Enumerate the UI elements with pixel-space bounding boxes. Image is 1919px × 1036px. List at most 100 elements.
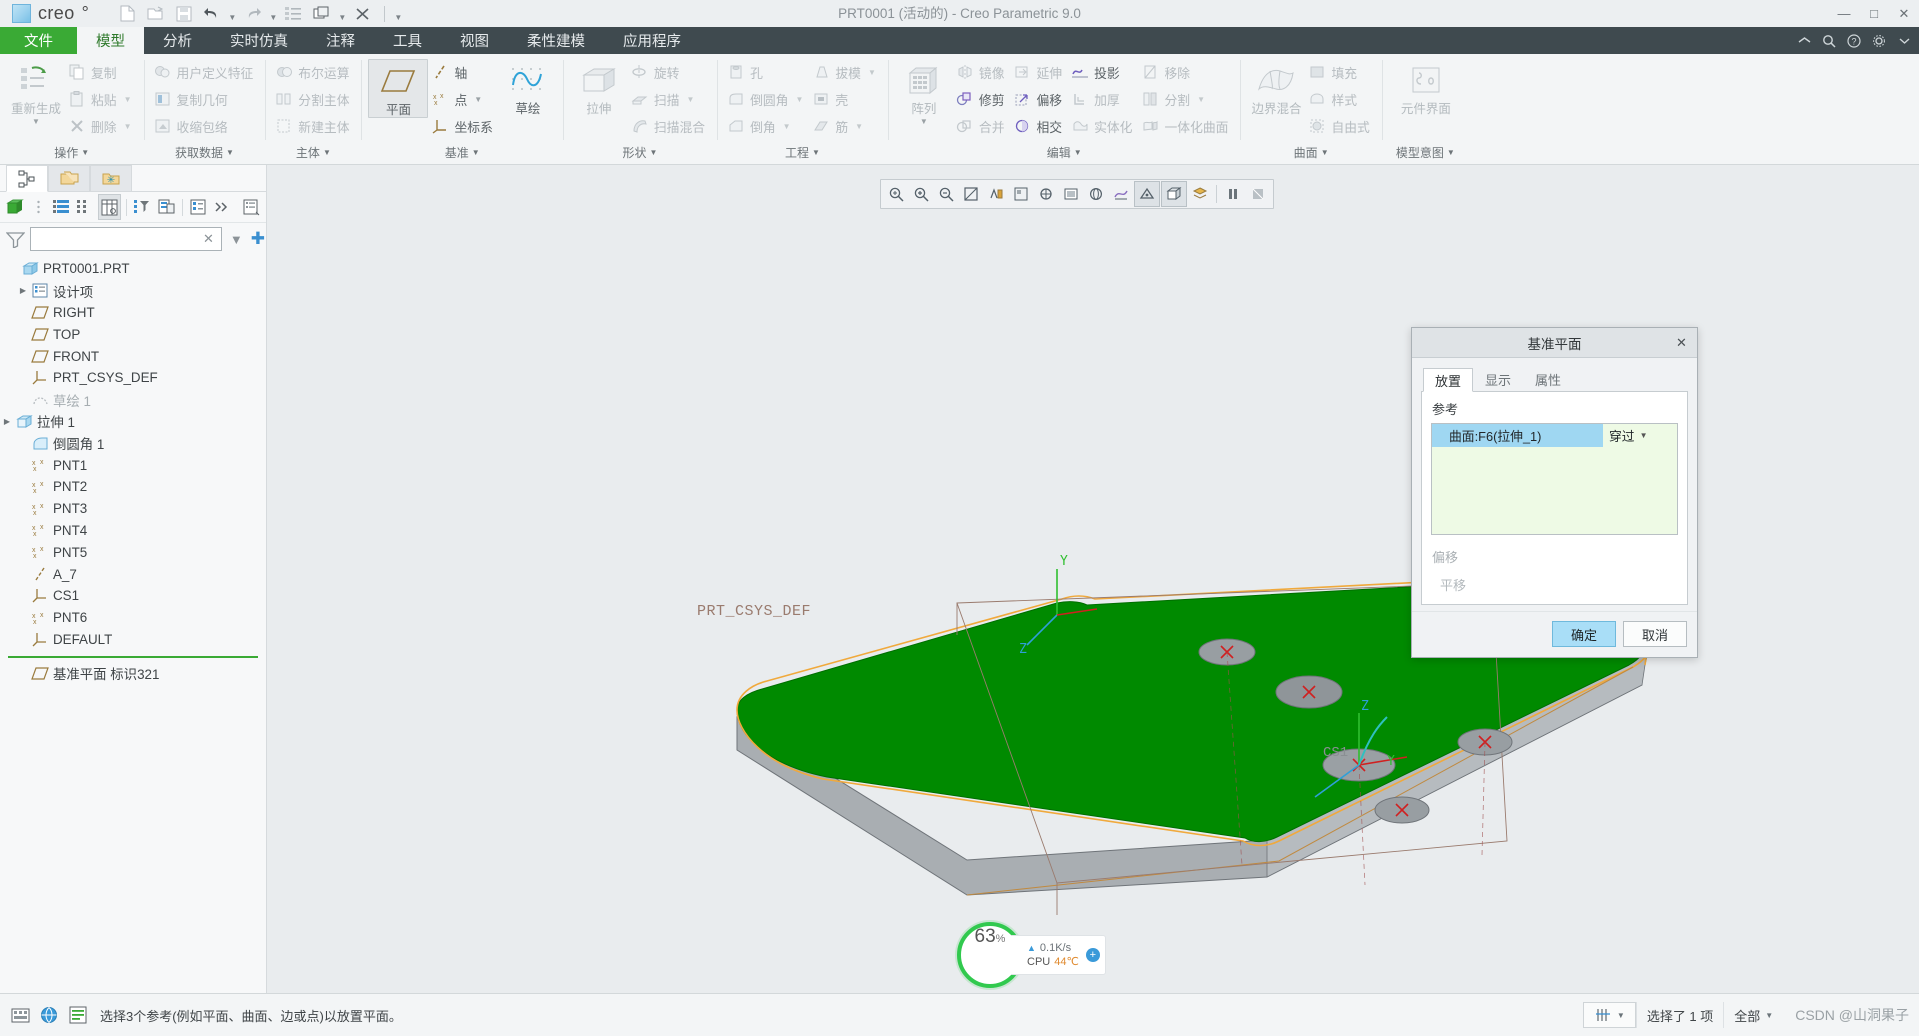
chevron-down-icon[interactable]: ▼: [1640, 431, 1648, 440]
group-caret[interactable]: ▼: [226, 142, 234, 164]
tab-properties[interactable]: 属性: [1523, 367, 1573, 391]
gear-icon[interactable]: [1868, 27, 1890, 54]
pattern-caret[interactable]: ▼: [920, 117, 928, 126]
maximize-button[interactable]: □: [1859, 0, 1889, 27]
tree-item-front[interactable]: FRONT: [0, 345, 266, 367]
group-caret[interactable]: ▼: [1074, 142, 1082, 164]
intersect-button[interactable]: 相交: [1010, 113, 1068, 139]
tree-item-pnt2[interactable]: xxx PNT2: [0, 476, 266, 498]
regenerate-big-button[interactable]: 重新生成 ▼: [7, 59, 65, 126]
thicken-button[interactable]: 加厚: [1068, 86, 1138, 112]
window-dropdown-caret[interactable]: ▼: [337, 0, 348, 27]
globe-icon[interactable]: [38, 1004, 60, 1026]
datum-point-caret[interactable]: ▼: [474, 95, 482, 104]
group-caret[interactable]: ▼: [1321, 142, 1329, 164]
group-caret[interactable]: ▼: [812, 142, 820, 164]
tab-live-simulation[interactable]: 实时仿真: [211, 27, 307, 54]
merge-button[interactable]: 合并: [953, 113, 1011, 139]
datum-csys-button[interactable]: 坐标系: [428, 113, 498, 139]
tree-columns-icon[interactable]: [74, 195, 95, 219]
shell-button[interactable]: 壳: [809, 86, 882, 112]
tree-layers-icon[interactable]: [155, 195, 176, 219]
reference-row[interactable]: 曲面:F6(拉伸_1) 穿过 ▼: [1432, 424, 1677, 447]
copy-button[interactable]: 复制: [65, 59, 138, 85]
regenerate-caret[interactable]: ▼: [32, 117, 40, 126]
search-icon[interactable]: [1818, 27, 1840, 54]
tree-drag-handle[interactable]: [27, 195, 48, 219]
boundary-blend-button[interactable]: 边界混合: [1247, 59, 1305, 116]
tab-placement[interactable]: 放置: [1423, 368, 1474, 392]
tab-tools[interactable]: 工具: [374, 27, 441, 54]
show-model-icon[interactable]: [4, 195, 25, 219]
round-caret[interactable]: ▼: [795, 95, 803, 104]
tree-item-pnt3[interactable]: xxx PNT3: [0, 498, 266, 520]
selection-filter-control[interactable]: ▼: [1582, 1002, 1636, 1028]
tree-arrow[interactable]: ▶: [0, 417, 14, 426]
tree-item-prt-csys-def[interactable]: PRT_CSYS_DEF: [0, 367, 266, 389]
open-file-icon[interactable]: [143, 3, 169, 25]
hole-button[interactable]: 孔: [724, 59, 809, 85]
help-icon[interactable]: ?: [1843, 27, 1865, 54]
datum-point-button[interactable]: xxx 点 ▼: [428, 86, 498, 112]
tree-item-default[interactable]: DEFAULT: [0, 629, 266, 651]
round-button[interactable]: 倒圆角 ▼: [724, 86, 809, 112]
clear-icon[interactable]: ✕: [200, 231, 217, 247]
style-button[interactable]: 样式: [1305, 86, 1375, 112]
group-label-body[interactable]: 主体 ▼: [265, 142, 361, 164]
add-icon[interactable]: ✚: [251, 229, 265, 249]
draft-caret[interactable]: ▼: [868, 68, 876, 77]
boolean-button[interactable]: 布尔运算: [272, 59, 355, 85]
draft-button[interactable]: 拔模 ▼: [809, 59, 882, 85]
group-label-editing[interactable]: 编辑 ▼: [888, 142, 1241, 164]
tab-applications[interactable]: 应用程序: [604, 27, 700, 54]
split-surf-caret[interactable]: ▼: [1197, 95, 1205, 104]
fill-button[interactable]: 填充: [1305, 59, 1375, 85]
split-body-button[interactable]: 分割主体: [272, 86, 355, 112]
regenerate-icon[interactable]: [281, 3, 307, 25]
copy-geometry-button[interactable]: 复制几何: [151, 86, 260, 112]
tree-item-pnt6[interactable]: xxx PNT6: [0, 607, 266, 629]
group-caret[interactable]: ▼: [323, 142, 331, 164]
chevron-down-icon[interactable]: ▼: [1765, 1011, 1773, 1020]
new-body-button[interactable]: 新建主体: [272, 113, 355, 139]
redo-dropdown-caret[interactable]: ▼: [268, 0, 279, 27]
close-window-icon[interactable]: [350, 3, 376, 25]
group-label-model-intent[interactable]: 模型意图 ▼: [1382, 142, 1469, 164]
delete-button[interactable]: 删除 ▼: [65, 113, 138, 139]
tree-item-pnt4[interactable]: xxx PNT4: [0, 520, 266, 542]
delete-caret[interactable]: ▼: [124, 122, 132, 131]
extrude-button[interactable]: 拉伸: [570, 59, 628, 116]
tree-item-top[interactable]: TOP: [0, 323, 266, 345]
tree-arrow[interactable]: ▶: [16, 286, 30, 295]
group-label-get-data[interactable]: 获取数据 ▼: [144, 142, 266, 164]
tree-item-part[interactable]: PRT0001.PRT: [0, 258, 266, 280]
revolve-button[interactable]: 旋转: [628, 59, 711, 85]
mirror-button[interactable]: 镜像: [953, 59, 1011, 85]
tree-item-cs1[interactable]: CS1: [0, 585, 266, 607]
tree-filter-icon[interactable]: [132, 195, 153, 219]
tree-item-pnt1[interactable]: xxx PNT1: [0, 454, 266, 476]
solidify-button[interactable]: 实体化: [1068, 113, 1138, 139]
sweep-caret[interactable]: ▼: [686, 95, 694, 104]
window-switch-icon[interactable]: [309, 3, 335, 25]
ribbon-collapse-icon[interactable]: [1793, 27, 1815, 54]
tree-item-a7[interactable]: A_7: [0, 563, 266, 585]
chevron-down-icon[interactable]: ▼: [227, 232, 246, 247]
group-caret[interactable]: ▼: [472, 142, 480, 164]
tree-item-extrude-1[interactable]: ▶ 拉伸 1: [0, 411, 266, 433]
chevron-down-icon[interactable]: ▼: [1617, 1011, 1625, 1020]
offset-button[interactable]: 偏移: [1010, 86, 1068, 112]
close-button[interactable]: ✕: [1889, 0, 1919, 27]
paste-caret[interactable]: ▼: [124, 95, 132, 104]
list-view-icon[interactable]: [51, 195, 72, 219]
group-caret[interactable]: ▼: [81, 142, 89, 164]
rib-caret[interactable]: ▼: [855, 122, 863, 131]
group-label-shapes[interactable]: 形状 ▼: [563, 142, 717, 164]
favorites-tab[interactable]: ✳: [90, 165, 132, 191]
qat-overflow-caret[interactable]: ▼: [393, 0, 404, 27]
cancel-button[interactable]: 取消: [1623, 621, 1687, 647]
folder-browser-tab[interactable]: [48, 165, 90, 191]
unify-surface-button[interactable]: 一体化曲面: [1138, 113, 1234, 139]
extend-button[interactable]: 延伸: [1010, 59, 1068, 85]
project-button[interactable]: 投影: [1068, 59, 1138, 85]
